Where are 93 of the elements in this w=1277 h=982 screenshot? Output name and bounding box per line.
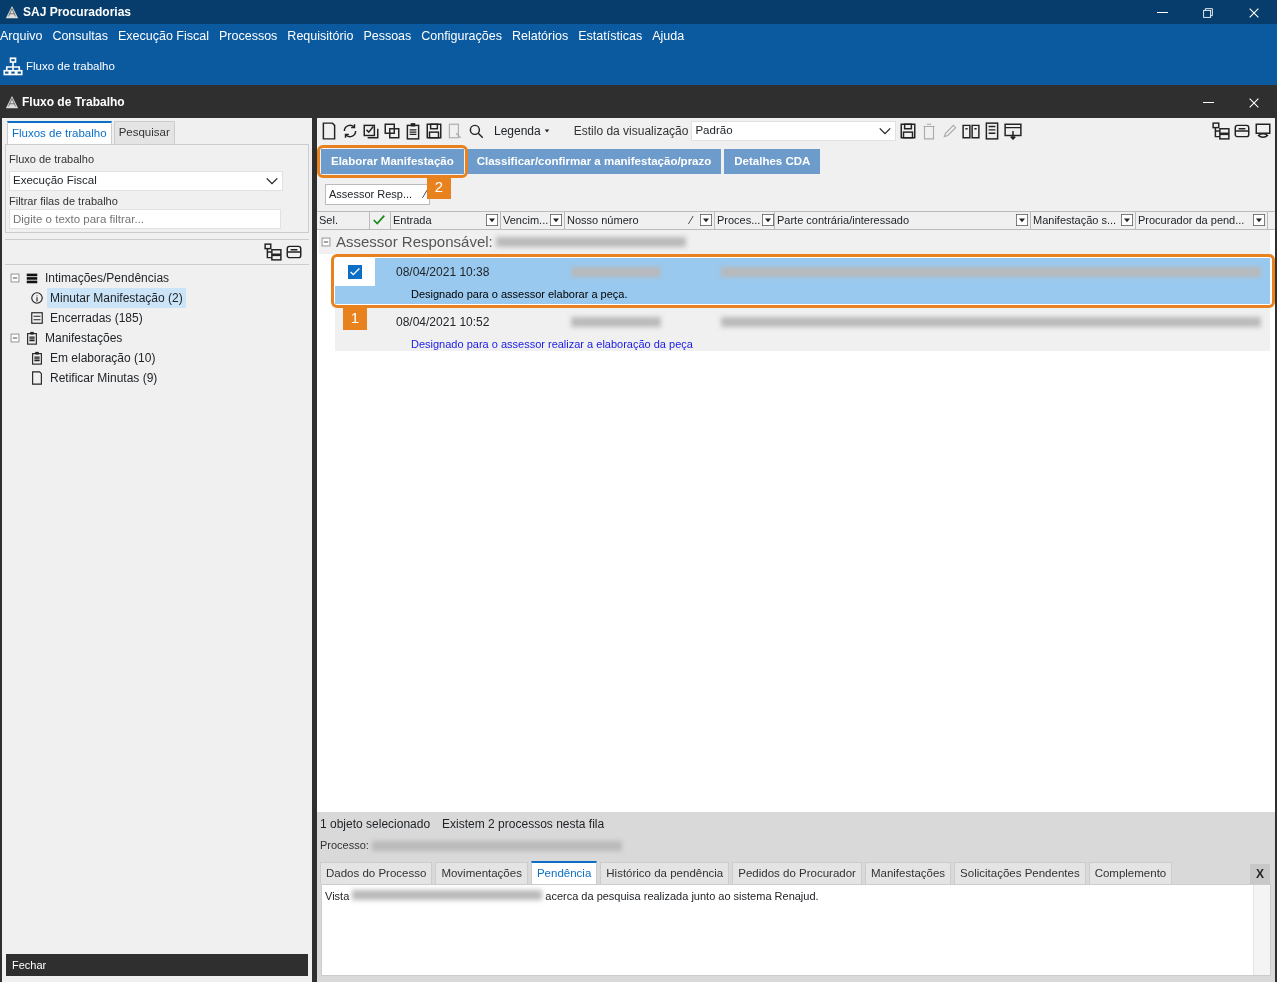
minimize-icon [1202, 102, 1214, 104]
dropdown-icon[interactable] [1121, 214, 1133, 227]
list-icon [25, 271, 39, 286]
collapse-toggle-icon[interactable] [8, 271, 22, 286]
refresh-icon[interactable] [341, 121, 359, 140]
tree-item[interactable]: Minutar Manifestação (2) [47, 288, 186, 309]
network-icon [3, 56, 23, 77]
logo-icon [5, 5, 19, 19]
dropdown-icon[interactable] [486, 214, 498, 227]
window-title: SAJ Procuradorias [23, 4, 133, 21]
menu-item[interactable]: Pessoas [358, 24, 417, 46]
group-chip[interactable]: Assessor Resp... ⁄ [325, 184, 430, 205]
tree-item[interactable]: Manifestações [42, 328, 126, 349]
field-label: Fluxo de trabalho [9, 152, 95, 168]
detail-tab[interactable]: Movimentações [435, 861, 528, 884]
detail-text: Vista [325, 889, 350, 904]
collapse-toggle-icon[interactable] [8, 331, 22, 346]
status-text: 1 objeto selecionado [320, 816, 431, 834]
column-header[interactable]: Procurador da pend... [1136, 211, 1268, 229]
status-text: Existem 2 processos nesta fila [442, 816, 605, 834]
clipboard-icon [30, 351, 44, 366]
workflow-dropdown[interactable]: Execução Fiscal [9, 170, 283, 191]
dropdown-icon[interactable] [762, 214, 774, 227]
copy-icon[interactable] [383, 121, 401, 140]
detail-tab[interactable]: Histórico da pendência [600, 861, 730, 884]
page-icon [30, 371, 44, 386]
dropdown-icon[interactable] [700, 214, 712, 227]
detail-tab[interactable]: Complemento [1088, 861, 1173, 884]
detail-tab[interactable]: Pedidos do Procurador [732, 861, 862, 884]
clipboard-icon[interactable] [404, 121, 422, 140]
check-icon [372, 213, 386, 228]
legend-button[interactable]: Legenda [494, 121, 553, 140]
row-checkbox[interactable] [348, 264, 362, 279]
column-header[interactable]: Parte contrária/interessado [775, 211, 1031, 229]
row-description: Designado para o assessor elaborar a peça. [411, 286, 629, 302]
logo-icon [5, 95, 19, 109]
column-header[interactable]: Sel. [317, 211, 370, 229]
menu-item[interactable]: Estatísticas [573, 24, 648, 46]
tree-item[interactable]: Encerradas (185) [47, 308, 146, 329]
dropdown-icon[interactable] [1253, 214, 1265, 227]
close-button[interactable]: Fechar [6, 954, 308, 976]
column-header[interactable]: Vencim... [501, 211, 565, 229]
info-icon [30, 291, 44, 306]
menu-item[interactable]: Processos [214, 24, 283, 46]
sidebar-tab[interactable]: Pesquisar [113, 121, 175, 145]
column-header[interactable]: Entrada [391, 211, 501, 229]
detail-tab[interactable]: Solicitações Pendentes [954, 861, 1086, 884]
save-icon[interactable] [899, 121, 918, 140]
entry-date: 08/04/2021 10:38 [396, 263, 491, 281]
view-style-dropdown[interactable]: Padrão [691, 120, 897, 141]
column-header[interactable]: Proces... [715, 211, 775, 229]
field-label: Estilo da visualização [573, 122, 689, 140]
scrollbar[interactable] [1253, 885, 1270, 975]
menu-item[interactable]: Relatórios [506, 24, 574, 46]
detail-tab[interactable]: Manifestações [864, 861, 952, 884]
menu-item[interactable]: Requisitório [282, 24, 359, 46]
form-icon [30, 311, 44, 326]
ribbon-button[interactable]: Fluxo de trabalho [3, 56, 115, 77]
menu-item[interactable]: Consultas [47, 24, 113, 46]
group-title: Assessor Responsável: [336, 231, 493, 252]
window-title: Fluxo de Trabalho [22, 94, 126, 111]
clipboard-icon [25, 331, 39, 346]
tree-icon[interactable] [264, 243, 282, 262]
tree-icon[interactable] [1212, 121, 1230, 140]
menu-item[interactable]: Ajuda [647, 24, 690, 46]
restore-icon [1201, 5, 1215, 20]
close-button[interactable]: X [1250, 864, 1270, 884]
filter-field[interactable]: Digite o texto para filtrar... [9, 209, 281, 230]
callout-badge: 2 [427, 175, 451, 199]
dropdown-icon[interactable] [550, 214, 563, 227]
detail-text: acerca da pesquisa realizada junto ao sistema Renajud. [545, 889, 819, 904]
menu-item[interactable]: Arquivo [0, 24, 48, 46]
collapse-toggle-icon[interactable] [319, 234, 333, 249]
column-header[interactable]: Nosso número ⁄ [565, 211, 715, 229]
tree-item[interactable]: Em elaboração (10) [47, 348, 159, 369]
menu-item[interactable]: Execução Fiscal [113, 24, 214, 46]
detail-tab[interactable]: Pendência [530, 860, 598, 884]
sidebar-tab[interactable]: Fluxos de trabalho [7, 121, 112, 145]
tree-item[interactable]: Retificar Minutas (9) [47, 368, 161, 389]
entry-date: 08/04/2021 10:52 [396, 313, 491, 331]
field-label: Processo: [320, 838, 369, 854]
save-icon[interactable] [425, 121, 443, 140]
field-label: Filtrar filas de trabalho [9, 193, 119, 209]
tree-item[interactable]: Intimações/Pendências [42, 268, 173, 289]
dropdown-icon[interactable] [1016, 214, 1028, 227]
minimize-icon [1156, 12, 1168, 14]
page-icon[interactable] [320, 121, 338, 140]
column-header[interactable]: Manifestação s... [1031, 211, 1136, 229]
window-icon[interactable] [1004, 121, 1023, 140]
menu-item[interactable]: Configurações [416, 24, 507, 46]
callout-badge: 1 [343, 305, 367, 330]
detail-tab[interactable]: Dados do Processo [320, 861, 433, 884]
row-description: Designado para o assessor realizar a elaboração da peça [411, 336, 694, 352]
